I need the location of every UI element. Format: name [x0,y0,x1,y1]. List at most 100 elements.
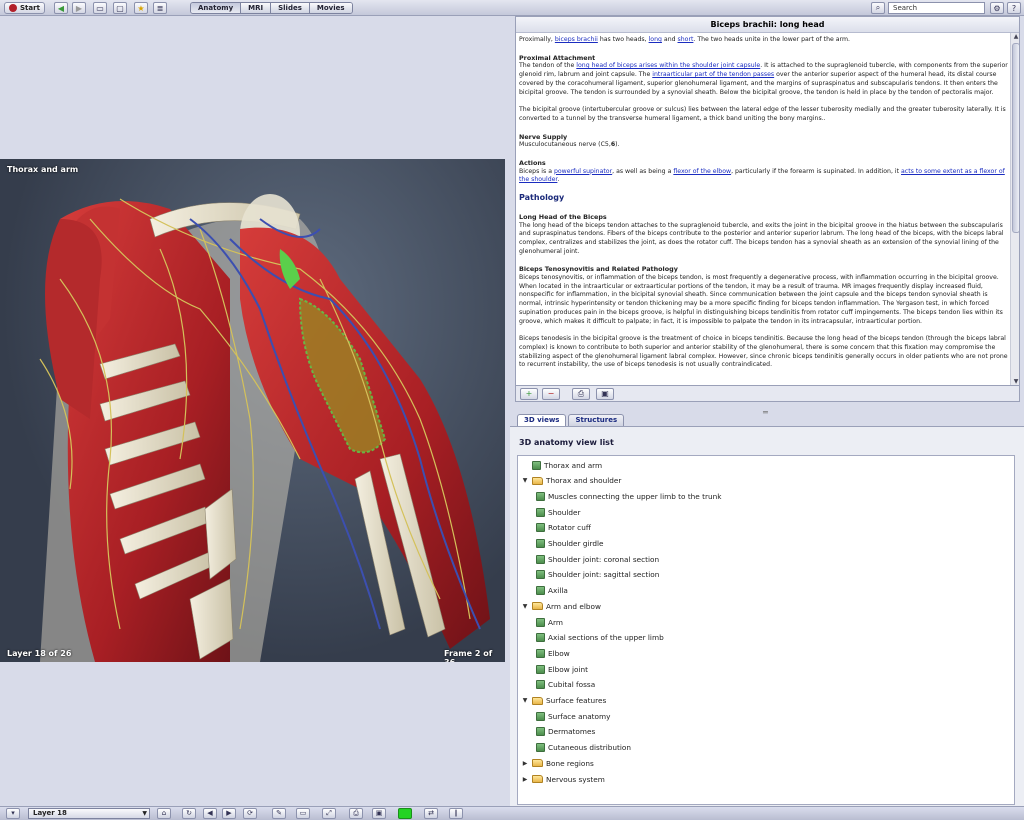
tree-folder[interactable]: ▶ Bone regions [521,756,594,770]
tree-item[interactable]: Surface anatomy [536,709,610,723]
layers-icon[interactable]: ≣ [153,2,167,14]
intro-text: Proximally, [519,36,555,43]
act-text-2: , as well as being a [612,167,674,175]
tree-item-label: Thorax and arm [544,460,603,470]
tree-item[interactable]: Shoulder girdle [536,537,604,551]
disclosure-open-icon[interactable]: ▼ [521,477,529,484]
link-powerful-supinator[interactable]: powerful supinator [554,168,612,175]
scroll-down-icon[interactable]: ▼ [1012,378,1019,385]
screen-icon[interactable]: ▭ [296,808,310,819]
refresh-icon[interactable]: ⟳ [243,808,257,819]
tab-3d-views[interactable]: 3D views [517,414,567,426]
tree-item[interactable]: Arm [536,615,563,629]
tab-movies[interactable]: Movies [309,3,352,13]
tab-mri[interactable]: MRI [241,3,272,13]
print-bottom-icon[interactable]: ⎙ [349,808,363,819]
tab-structures[interactable]: Structures [568,414,625,426]
columns-icon[interactable]: ∥ [449,808,463,819]
heading-actions: Actions [519,159,546,168]
view-icon [536,554,545,564]
disclosure-open-icon[interactable]: ▼ [521,697,529,704]
actions-paragraph: Biceps is a powerful supinator, as well … [519,168,1009,185]
heading-long-head: Long Head of the Biceps [519,212,607,221]
article-title: Biceps brachii: long head [516,17,1019,33]
tab-anatomy[interactable]: Anatomy [191,3,242,13]
search-input[interactable]: Search [888,2,985,14]
back-icon[interactable]: ◀ [54,2,68,14]
heading-pathology: Pathology [519,193,565,203]
home-icon[interactable]: ⌂ [157,808,171,819]
settings-icon[interactable]: ⚙ [990,2,1004,14]
window-icon[interactable]: ▢ [113,2,127,14]
save-bottom-icon[interactable]: ▣ [372,808,386,819]
tree-item-label: Shoulder joint: sagittal section [548,570,660,580]
color-swatch-icon[interactable] [398,808,412,819]
tree-item[interactable]: Elbow [536,646,570,660]
link-long-head-capsule[interactable]: long head of biceps arises within the sh… [576,62,760,69]
prox-text-1: The tendon of the [519,62,577,70]
search-icon[interactable]: ⌕ [871,2,885,14]
tree-item-label: Shoulder girdle [548,539,604,548]
link-flexor-elbow[interactable]: flexor of the elbow [673,168,731,175]
star-icon[interactable]: ★ [134,2,148,14]
tree-item[interactable]: Shoulder joint: sagittal section [536,568,659,582]
disclosure-open-icon[interactable]: ▼ [521,603,529,610]
step-back-icon[interactable]: ◀ [203,808,217,819]
pin-icon[interactable]: ✎ [272,808,286,819]
tree-item[interactable]: Axial sections of the upper limb [536,631,664,645]
tree-item-label: Shoulder [548,507,581,517]
layer-select[interactable]: Layer 18 ▼ [28,808,150,819]
rotate-icon[interactable]: ↻ [182,808,196,819]
tree-item[interactable]: Rotator cuff [536,521,591,535]
menu-icon[interactable]: ▾ [6,808,20,819]
nerve-paragraph: Musculocutaneous nerve (C5,6). [519,141,1009,150]
swap-icon[interactable]: ⇄ [424,808,438,819]
save-icon[interactable]: ▣ [596,388,614,400]
help-icon[interactable]: ? [1007,2,1021,14]
step-forward-icon[interactable]: ▶ [222,808,236,819]
tree-item[interactable]: Cubital fossa [536,678,595,692]
disclosure-closed-icon[interactable]: ▶ [521,776,529,783]
link-biceps-brachii[interactable]: biceps brachii [555,36,598,43]
tree-item-label: Muscles connecting the upper limb to the… [548,491,722,501]
tree-item[interactable]: Cutaneous distribution [536,741,631,755]
link-intraarticular[interactable]: intraarticular part of the tendon passes [652,71,774,78]
bottom-toolbar: ▾ Layer 18 ▼ ⌂ ↻ ◀ ▶ ⟳ ✎ ▭ ⤢ ⎙ ▣ ⇄ ∥ [0,806,1024,820]
scroll-thumb[interactable] [1012,43,1019,233]
zoom-out-icon[interactable]: − [542,388,560,400]
lower-tabs: 3D views Structures [517,414,625,426]
groove-paragraph: The bicipital groove (intertubercular gr… [519,106,1006,122]
tree-folder[interactable]: ▼ Thorax and shoulder [521,474,622,488]
zoom-in-icon[interactable]: + [520,388,538,400]
tree-item[interactable]: Thorax and arm [521,458,602,472]
print-icon[interactable]: ⎙ [572,388,590,400]
tab-slides[interactable]: Slides [271,3,310,13]
tree-item[interactable]: Shoulder joint: coronal section [536,552,659,566]
start-button[interactable]: Start [4,2,45,14]
scroll-up-icon[interactable]: ▲ [1012,33,1019,41]
expand-icon[interactable]: ⤢ [322,808,336,819]
tree-item[interactable]: Shoulder [536,505,581,519]
3d-viewer[interactable]: Thorax and arm Layer 18 of 26 Frame 2 of… [0,159,505,662]
frame-status: Frame 2 of 36 [444,649,493,662]
tenosynovitis-paragraph: Biceps tenosynovitis, or inflammation of… [519,274,1003,325]
tree-folder[interactable]: ▶ Nervous system [521,772,605,786]
tree-item-label: Axilla [548,586,568,596]
link-short[interactable]: short [678,36,694,43]
tree-item[interactable]: Muscles connecting the upper limb to the… [536,489,721,503]
tree-item[interactable]: Axilla [536,584,568,598]
layer-status: Layer 18 of 26 [7,649,72,658]
disclosure-closed-icon[interactable]: ▶ [521,760,529,767]
article-scrollbar[interactable]: ▲ ▼ [1010,33,1019,385]
tree-folder[interactable]: ▼ Surface features [521,694,607,708]
folder-icon[interactable]: ▭ [93,2,107,14]
splitter-handle-icon[interactable]: ═ [763,408,768,417]
tree-folder[interactable]: ▼ Arm and elbow [521,599,601,613]
link-long[interactable]: long [649,36,662,43]
tree-item[interactable]: Dermatomes [536,725,595,739]
folder-icon [532,602,543,611]
nerve-text: Musculocutaneous nerve (C5, [519,141,611,149]
folder-icon [532,759,543,768]
forward-icon[interactable]: ▶ [72,2,86,14]
tree-item[interactable]: Elbow joint [536,662,588,676]
